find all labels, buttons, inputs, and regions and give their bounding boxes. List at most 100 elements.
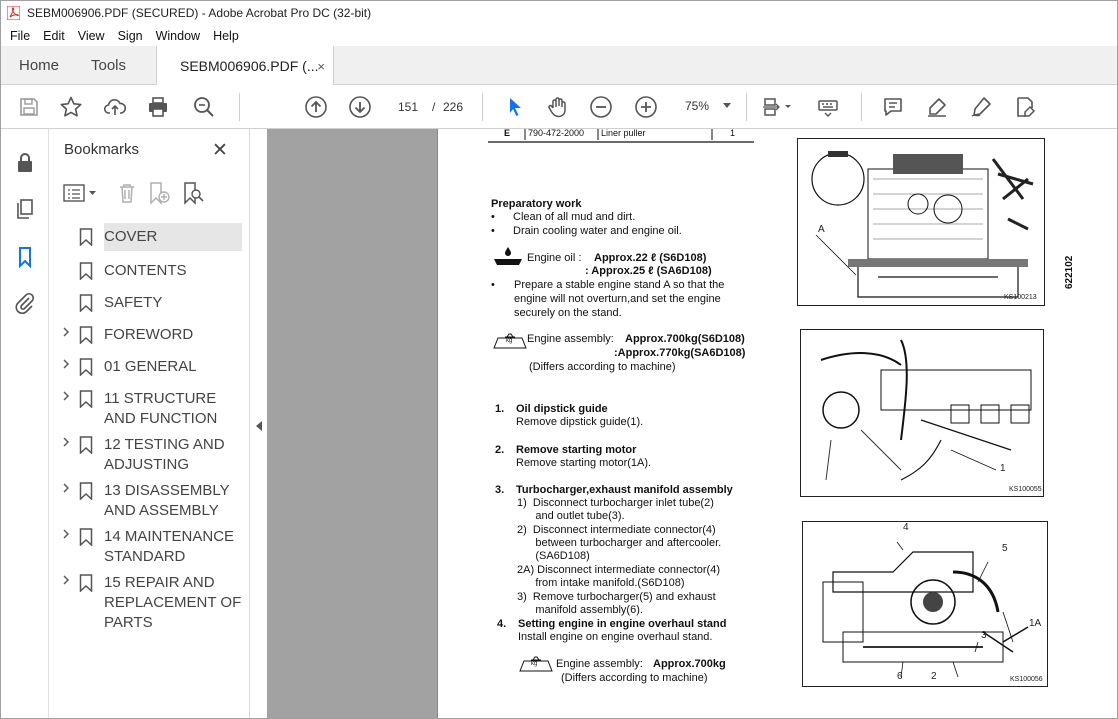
bookmark-icon — [79, 358, 93, 376]
chevron-right-icon[interactable] — [61, 391, 71, 401]
page-total: 226 — [443, 100, 464, 114]
menu-view[interactable]: View — [72, 29, 111, 43]
bookmark-icon — [79, 574, 93, 592]
figure-label: 6 — [897, 671, 903, 682]
prev-page-icon[interactable] — [303, 94, 329, 120]
toolbar-separator — [482, 93, 483, 121]
sign-pen-icon[interactable] — [968, 94, 994, 120]
bookmark-label: COVER — [104, 223, 242, 251]
menu-sign[interactable]: Sign — [112, 29, 149, 43]
tab-close-icon[interactable]: × — [317, 59, 325, 74]
bookmark-label: SAFETY — [104, 294, 163, 311]
step-substep: 1) Disconnect turbocharger inlet tube(2) — [517, 497, 714, 509]
collapse-panel-icon[interactable] — [256, 421, 262, 431]
zoom-out-icon[interactable] — [588, 94, 614, 120]
menu-file[interactable]: File — [4, 29, 36, 43]
chevron-right-icon[interactable] — [61, 483, 71, 493]
menu-window[interactable]: Window — [150, 29, 206, 43]
fill-sign-icon[interactable] — [1012, 94, 1038, 120]
title-bar: SEBM006906.PDF (SECURED) - Adobe Acrobat… — [1, 1, 1117, 25]
engine-illustration — [822, 541, 1029, 678]
page-number-input[interactable]: 151 — [388, 95, 428, 119]
chevron-right-icon[interactable] — [61, 437, 71, 447]
menu-edit[interactable]: Edit — [37, 29, 71, 43]
figure-label: 2 — [931, 671, 937, 682]
panel-splitter[interactable] — [249, 129, 267, 718]
menu-bar: File Edit View Sign Window Help — [1, 25, 1117, 46]
tab-document[interactable]: SEBM006906.PDF (... × — [156, 46, 334, 86]
tab-tools[interactable]: Tools — [91, 46, 126, 85]
chevron-right-icon[interactable] — [61, 327, 71, 337]
step-substep: manifold assembly(6). — [517, 604, 643, 616]
share-cloud-icon[interactable] — [102, 94, 128, 120]
acrobat-window: SEBM006906.PDF (SECURED) - Adobe Acrobat… — [0, 0, 1118, 719]
bookmarks-icon[interactable] — [13, 245, 37, 269]
step-title: Setting engine in engine overhaul stand — [518, 618, 727, 630]
zoom-level[interactable]: 75% — [685, 99, 709, 113]
search-icon[interactable] — [191, 94, 217, 120]
keyboard-icon[interactable] — [815, 94, 841, 120]
zoom-dropdown-icon[interactable] — [723, 103, 731, 108]
print-icon[interactable] — [145, 94, 171, 120]
prep-title: Preparatory work — [491, 198, 582, 210]
bullet: • — [491, 225, 495, 237]
close-icon[interactable]: ✕ — [212, 139, 228, 162]
chevron-right-icon[interactable] — [61, 359, 71, 369]
figure-label: 1A — [1029, 618, 1042, 629]
bullet: • — [491, 279, 495, 291]
tab-bar: Home Tools SEBM006906.PDF (... × — [1, 46, 1117, 86]
options-menu-icon[interactable] — [63, 183, 99, 203]
step-substep: 3) Remove turbocharger(5) and exhaust — [517, 591, 716, 603]
pdf-page: E 790-472-2000 Liner puller 1 Preparator… — [437, 128, 1117, 718]
bookmark-icon — [79, 228, 93, 246]
assembly-value: :Approx.770kg(SA6D108) — [614, 347, 746, 359]
document-viewport[interactable]: E 790-472-2000 Liner puller 1 Preparator… — [267, 128, 1117, 718]
engine-illustration — [811, 151, 1034, 298]
zoom-in-icon[interactable] — [633, 94, 659, 120]
bookmark-icon — [79, 262, 93, 280]
bookmark-icon — [79, 528, 93, 546]
table-cell: E — [504, 128, 511, 138]
step-number: 2. — [495, 444, 505, 456]
oil-can-icon — [494, 247, 522, 265]
next-page-icon[interactable] — [347, 94, 373, 120]
figure-label: 3 — [981, 630, 987, 641]
bookmark-icon — [79, 326, 93, 344]
toolbar-separator — [861, 93, 862, 121]
table-cell: 790-472-2000 — [528, 128, 585, 138]
comment-icon[interactable] — [880, 94, 906, 120]
prep-stand-text: engine will not overturn,and set the eng… — [514, 293, 721, 305]
bookmark-label: FOREWORD — [104, 326, 194, 343]
new-bookmark-icon[interactable] — [147, 181, 173, 205]
star-icon[interactable] — [58, 94, 84, 120]
toolbar: 151 / 226 75% — [1, 85, 1117, 129]
figure-engine-stand: A KS100213 — [797, 138, 1045, 306]
step-number: 1. — [495, 403, 505, 415]
attachments-icon[interactable] — [13, 291, 37, 315]
highlight-icon[interactable] — [924, 94, 950, 120]
assembly-note: (Differs according to machine) — [561, 672, 708, 684]
step-substep: 2A) Disconnect intermediate connector(4) — [517, 564, 720, 576]
step-text: Remove starting motor(1A). — [516, 457, 652, 469]
bookmark-label: 11 STRUCTURE AND FUNCTION — [104, 390, 218, 427]
save-icon[interactable] — [16, 94, 42, 120]
select-arrow-icon[interactable] — [502, 94, 528, 120]
chevron-right-icon[interactable] — [61, 575, 71, 585]
step-title: Remove starting motor — [516, 444, 637, 456]
bookmarks-toolbar — [63, 181, 243, 205]
find-bookmark-icon[interactable] — [181, 181, 207, 205]
delete-bookmark-icon[interactable] — [115, 181, 139, 205]
page-thumbnails-icon[interactable] — [13, 197, 37, 221]
lock-icon[interactable] — [13, 151, 37, 175]
figure-caption: KS100055 — [1009, 486, 1042, 493]
engine-illustration — [820, 339, 1032, 481]
oil-value: Approx.22 ℓ (S6D108) — [594, 252, 707, 264]
page-separator: / — [432, 100, 436, 114]
step-substep: between turbocharger and aftercooler. — [517, 537, 722, 549]
chevron-right-icon[interactable] — [61, 529, 71, 539]
bookmark-icon — [79, 390, 93, 408]
hand-tool-icon[interactable] — [545, 94, 571, 120]
menu-help[interactable]: Help — [207, 29, 245, 43]
tab-home[interactable]: Home — [19, 46, 59, 85]
page-fit-icon[interactable] — [759, 94, 795, 120]
